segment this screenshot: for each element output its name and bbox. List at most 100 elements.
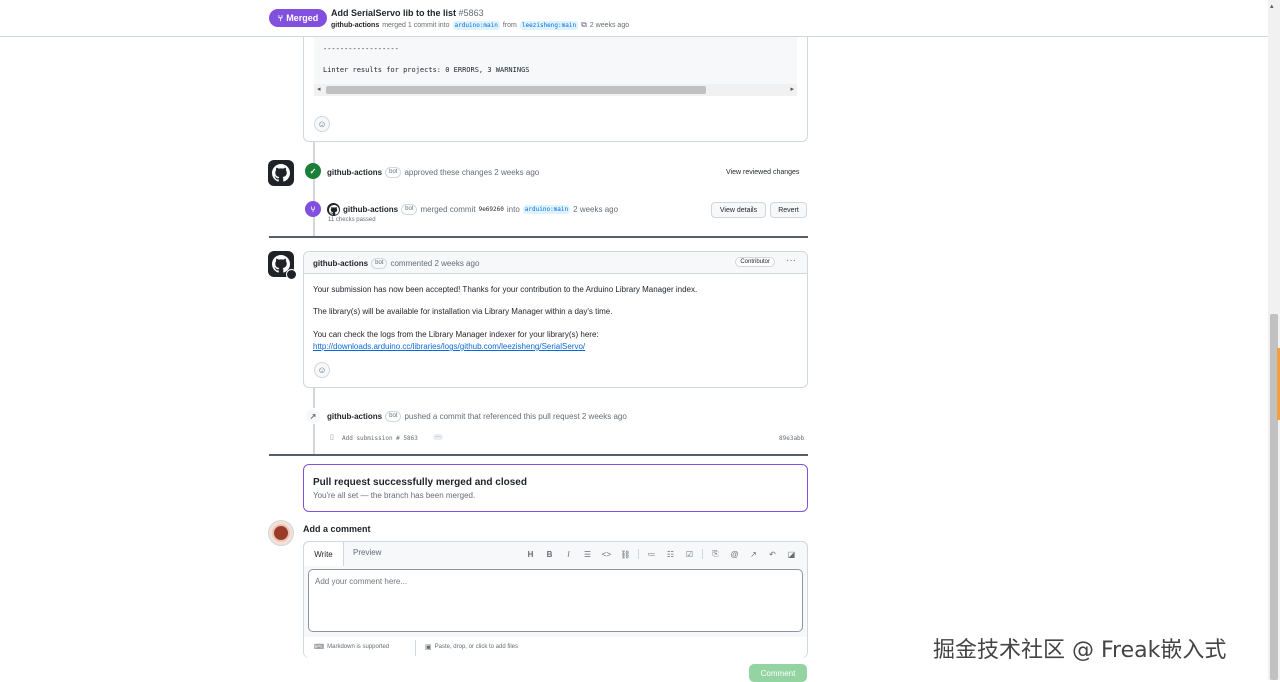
- base-branch[interactable]: arduino:main: [452, 20, 500, 30]
- scroll-up-icon[interactable]: ▴: [1270, 2, 1274, 10]
- view-details-button[interactable]: View details: [711, 202, 766, 218]
- merger-link[interactable]: github-actions: [331, 22, 379, 29]
- markdown-toolbar: H B I ☰ <> ⛓ ≔ ☷ ☑ ⎘ @ ↗ ↶ ◪: [521, 547, 801, 561]
- ordered-list-icon[interactable]: ≔: [642, 547, 661, 561]
- logs-link[interactable]: http://downloads.arduino.cc/libraries/lo…: [313, 342, 585, 351]
- avatar-image: [272, 524, 290, 542]
- code-line: Linter results for projects: 0 ERRORS, 3…: [323, 66, 530, 74]
- page-scrollbar[interactable]: ▴: [1268, 0, 1280, 680]
- timeline-divider: [269, 454, 808, 456]
- code-icon[interactable]: <>: [597, 547, 616, 561]
- timeline-line: [313, 142, 315, 237]
- event-text: approved these changes 2 weeks ago: [404, 168, 540, 177]
- sticky-pr-header: ⑂ Merged Add SerialServo lib to the list…: [0, 0, 1268, 37]
- head-branch[interactable]: leezisheng:main: [519, 20, 579, 30]
- revert-button[interactable]: Revert: [770, 202, 807, 218]
- view-reviewed-changes-link[interactable]: View reviewed changes: [726, 169, 799, 176]
- slash-icon[interactable]: ◪: [782, 547, 801, 561]
- user-avatar[interactable]: [268, 520, 294, 546]
- smiley-icon: ☺: [317, 119, 327, 129]
- undo-icon[interactable]: ↶: [763, 547, 782, 561]
- comment-time[interactable]: commented 2 weeks ago: [390, 259, 479, 268]
- author-link[interactable]: github-actions: [327, 412, 382, 421]
- image-icon: ▣: [425, 644, 432, 651]
- event-text: merged commit: [420, 205, 476, 214]
- smiley-icon: ☺: [317, 365, 327, 375]
- horizontal-scrollbar[interactable]: ◂ ▸: [314, 84, 797, 96]
- author-link[interactable]: github-actions: [313, 259, 368, 268]
- branch-label[interactable]: arduino:main: [522, 205, 571, 214]
- check-icon: ✓: [305, 163, 321, 179]
- copy-icon[interactable]: ⧉: [581, 20, 587, 30]
- merge-icon: ⑂: [277, 13, 284, 23]
- attach-files-button[interactable]: ▣ Paste, drop, or click to add files: [425, 643, 518, 651]
- comment-editor: Write Preview H B I ☰ <> ⛓ ≔ ☷ ☑ ⎘ @ ↗ ↶…: [303, 541, 808, 658]
- pr-title[interactable]: Add SerialServo lib to the list #5863: [331, 8, 484, 18]
- merge-status-title: Pull request successfully merged and clo…: [313, 477, 527, 488]
- repo-push-icon: ↗: [305, 408, 321, 424]
- avatar[interactable]: [268, 160, 294, 186]
- markdown-note[interactable]: ⌨ Markdown is supported: [314, 643, 389, 651]
- footer-divider: [415, 640, 416, 656]
- merged-label: Merged: [286, 13, 319, 23]
- add-reaction-button[interactable]: ☺: [314, 362, 330, 378]
- comment-textarea[interactable]: Add your comment here...: [308, 569, 803, 632]
- attach-icon[interactable]: ⎘: [706, 547, 725, 561]
- add-reaction-button[interactable]: ☺: [314, 116, 330, 132]
- quote-icon[interactable]: ☰: [578, 547, 597, 561]
- scroll-thumb[interactable]: [326, 86, 706, 94]
- app-badge-icon: [286, 269, 297, 280]
- tab-write[interactable]: Write: [304, 542, 344, 566]
- merge-icon: ⑂: [305, 201, 321, 217]
- markdown-icon: ⌨: [314, 644, 325, 651]
- task-list-icon[interactable]: ☑: [680, 547, 699, 561]
- comment-paragraph: Your submission has now been accepted! T…: [313, 285, 698, 294]
- heading-icon[interactable]: H: [521, 547, 540, 561]
- markdown-note-text: Markdown is supported: [327, 644, 390, 650]
- tab-preview[interactable]: Preview: [353, 548, 381, 557]
- bot-label: bot: [401, 204, 418, 215]
- timeline-divider: [269, 236, 808, 238]
- commit-sha-link[interactable]: 9e69260: [479, 206, 504, 213]
- toolbar-divider: [638, 549, 639, 559]
- comment-header: github-actions bot commented 2 weeks ago…: [304, 252, 807, 274]
- checks-status[interactable]: 11 checks passed: [328, 217, 376, 223]
- toolbar-divider: [702, 549, 703, 559]
- commit-message-link[interactable]: Add submission # 5863: [342, 435, 418, 442]
- merged-status-badge: ⑂ Merged: [269, 9, 327, 27]
- author-link[interactable]: github-actions: [343, 205, 398, 214]
- merge-event: github-actions bot merged commit 9e69260…: [327, 203, 618, 216]
- expand-commit-button[interactable]: ···: [433, 434, 443, 440]
- github-icon: [272, 164, 290, 182]
- comment-card: github-actions bot commented 2 weeks ago…: [303, 251, 808, 388]
- more-options-icon[interactable]: ···: [786, 255, 796, 266]
- commit-sha-link[interactable]: 89e3abb: [779, 435, 804, 442]
- italic-icon[interactable]: I: [559, 547, 578, 561]
- into-text: into: [506, 205, 520, 214]
- reference-icon[interactable]: ↗: [744, 547, 763, 561]
- merge-status-subtitle: You're all set — the branch has been mer…: [313, 491, 476, 500]
- pr-number: #5863: [458, 8, 484, 18]
- add-comment-heading: Add a comment: [303, 524, 371, 534]
- watermark: 掘金技术社区 @ Freak嵌入式: [933, 638, 1227, 663]
- comment-meta: github-actions bot commented 2 weeks ago: [313, 258, 479, 269]
- merge-time: 2 weeks ago: [589, 21, 630, 29]
- bold-icon[interactable]: B: [540, 547, 559, 561]
- avatar[interactable]: [268, 251, 297, 280]
- unordered-list-icon[interactable]: ☷: [661, 547, 680, 561]
- scroll-right-icon[interactable]: ▸: [790, 85, 794, 93]
- linter-output-card: ------------------ Linter results for pr…: [303, 36, 808, 142]
- bot-label: bot: [371, 258, 388, 269]
- editor-footer: ⌨ Markdown is supported ▣ Paste, drop, or …: [304, 637, 807, 658]
- pr-subtitle: github-actions merged 1 commit into ardu…: [331, 20, 629, 30]
- link-icon[interactable]: ⛓: [616, 547, 635, 561]
- from-text: from: [502, 21, 517, 29]
- code-block: ------------------ Linter results for pr…: [314, 36, 797, 96]
- bot-label: bot: [385, 167, 402, 178]
- approval-event: github-actions bot approved these change…: [327, 167, 539, 178]
- mention-icon[interactable]: @: [725, 547, 744, 561]
- author-link[interactable]: github-actions: [327, 168, 382, 177]
- scroll-left-icon[interactable]: ◂: [317, 85, 321, 93]
- comment-paragraph: You can check the logs from the Library …: [313, 330, 599, 339]
- comment-button[interactable]: Comment: [749, 664, 807, 682]
